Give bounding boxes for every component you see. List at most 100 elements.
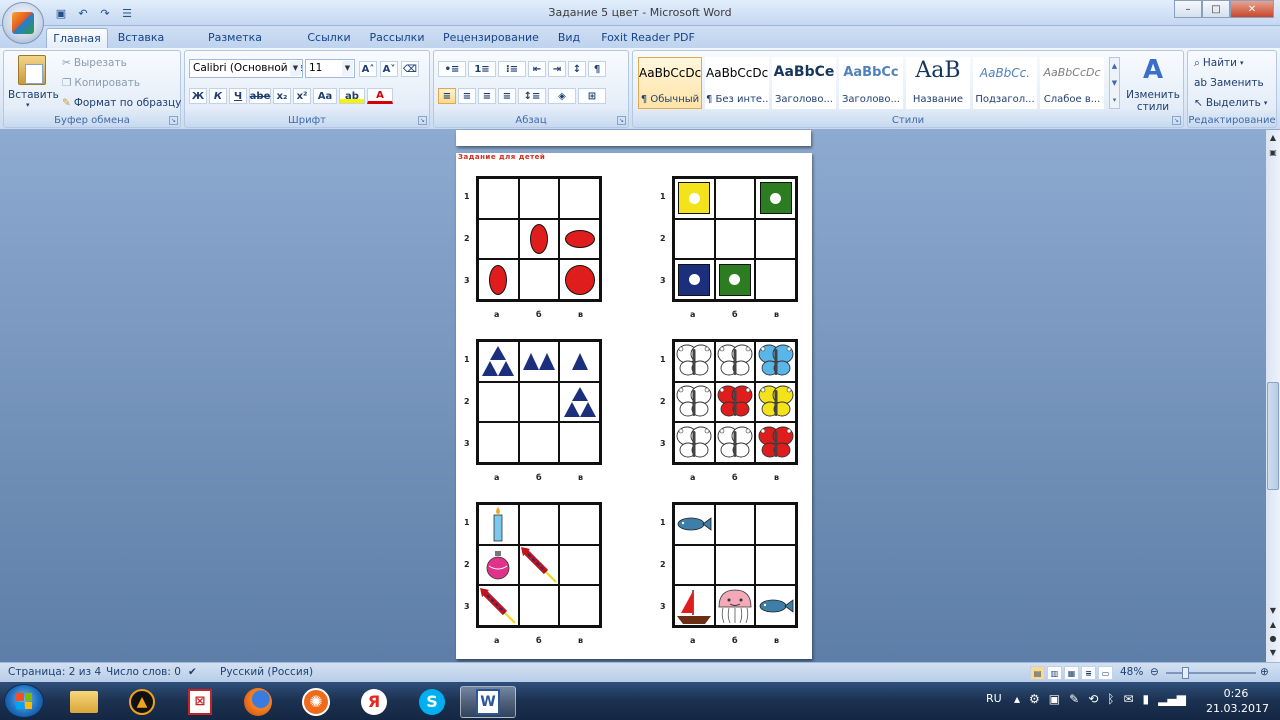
- paste-icon[interactable]: [18, 55, 46, 85]
- multilevel-list-icon[interactable]: ⁝≡: [498, 61, 526, 77]
- taskbar-word[interactable]: W: [460, 686, 516, 718]
- zoom-slider[interactable]: [1166, 672, 1256, 674]
- word-count[interactable]: Число слов: 0: [106, 666, 181, 678]
- taskbar-media[interactable]: ✺: [288, 686, 344, 718]
- full-screen-reading-icon[interactable]: ▥: [1047, 666, 1062, 680]
- tab-insert[interactable]: Вставка: [112, 28, 170, 48]
- align-center-icon[interactable]: ≡: [458, 88, 476, 104]
- tab-view[interactable]: Вид: [552, 28, 586, 48]
- taskbar-firefox[interactable]: [230, 686, 286, 718]
- align-right-icon[interactable]: ≡: [478, 88, 496, 104]
- style-normal[interactable]: AaBbCcDc ¶ Обычный: [638, 57, 702, 109]
- document-page[interactable]: Задание для детей 1 2 3 а б в 1 2 3 а б …: [456, 153, 812, 659]
- tray-chat-icon[interactable]: ✉: [1123, 692, 1133, 706]
- taskbar-skype[interactable]: S: [404, 686, 460, 718]
- print-layout-icon[interactable]: ▤: [1030, 666, 1045, 680]
- shrink-font-icon[interactable]: A˅: [380, 61, 398, 77]
- style-subtle-emphasis[interactable]: AaBbCcDc Слабое в...: [1040, 57, 1104, 109]
- page-indicator[interactable]: Страница: 2 из 4: [8, 666, 101, 678]
- spellcheck-icon[interactable]: ✔: [188, 666, 197, 678]
- format-painter-button[interactable]: ✎ Формат по образцу: [62, 94, 181, 112]
- minimize-button[interactable]: –: [1174, 0, 1202, 18]
- justify-icon[interactable]: ≡: [498, 88, 516, 104]
- scroll-thumb[interactable]: [1267, 382, 1279, 490]
- grow-font-icon[interactable]: A˄: [359, 61, 377, 77]
- find-button[interactable]: ⌕ Найти ▾: [1194, 54, 1244, 72]
- tray-evernote-icon[interactable]: ✎: [1069, 692, 1079, 706]
- align-left-icon[interactable]: ≡: [438, 88, 456, 104]
- zoom-slider-thumb[interactable]: [1182, 667, 1189, 679]
- next-page-icon[interactable]: ▼: [1267, 646, 1279, 660]
- tray-sync-icon[interactable]: ⟲: [1088, 692, 1098, 706]
- tray-gear-icon[interactable]: ⚙: [1029, 692, 1040, 706]
- line-spacing-icon[interactable]: ↕≡: [518, 88, 546, 104]
- change-styles-button[interactable]: Изменить стили: [1123, 89, 1183, 113]
- clear-format-icon[interactable]: ⌫: [401, 61, 419, 77]
- zoom-in-icon[interactable]: ⊕: [1260, 666, 1269, 678]
- paragraph-launcher[interactable]: ↘: [617, 116, 626, 125]
- taskbar-app-foxit[interactable]: ⊠: [172, 686, 228, 718]
- draft-icon[interactable]: ▭: [1098, 666, 1113, 680]
- tab-page-layout[interactable]: Разметка страницы: [178, 28, 292, 57]
- web-layout-icon[interactable]: ▦: [1064, 666, 1079, 680]
- zoom-out-icon[interactable]: ⊖: [1150, 666, 1159, 678]
- style-no-spacing[interactable]: AaBbCcDc ¶ Без инте...: [705, 57, 769, 109]
- tab-home[interactable]: Главная: [46, 28, 108, 48]
- tab-mailings[interactable]: Рассылки: [366, 28, 428, 48]
- bluetooth-icon[interactable]: ᛒ: [1107, 692, 1114, 706]
- battery-icon[interactable]: ▮: [1143, 692, 1150, 706]
- replace-button[interactable]: ab Заменить: [1194, 74, 1264, 92]
- tab-review[interactable]: Рецензирование: [440, 28, 542, 48]
- highlight-icon[interactable]: ab: [339, 88, 365, 104]
- style-heading-2[interactable]: AaBbCc Заголово...: [839, 57, 903, 109]
- copy-button[interactable]: ❐ Копировать: [62, 74, 140, 92]
- style-heading-1[interactable]: AaBbCе Заголово...: [772, 57, 836, 109]
- styles-scroll[interactable]: ▲ ▼ ▾: [1109, 57, 1120, 109]
- decrease-indent-icon[interactable]: ⇤: [528, 61, 546, 77]
- tab-foxit[interactable]: Foxit Reader PDF: [598, 28, 698, 48]
- font-size-combo[interactable]: 11 ▼: [305, 59, 355, 78]
- taskbar-yandex[interactable]: Я: [346, 686, 402, 718]
- clock[interactable]: 0:26 21.03.2017: [1206, 686, 1269, 716]
- bullets-icon[interactable]: •≡: [438, 61, 466, 77]
- previous-page-icon[interactable]: ▲: [1267, 618, 1279, 632]
- subscript-icon[interactable]: x₂: [273, 88, 291, 104]
- select-button[interactable]: ↖ Выделить ▾: [1194, 94, 1267, 112]
- close-button[interactable]: ✕: [1230, 0, 1274, 18]
- style-subtitle[interactable]: AaBbCc. Подзагол...: [973, 57, 1037, 109]
- taskbar-app-avast[interactable]: ▲: [114, 686, 170, 718]
- zoom-level[interactable]: 48%: [1120, 666, 1143, 678]
- underline-icon[interactable]: Ч: [229, 88, 247, 104]
- shading-icon[interactable]: ◈: [548, 88, 576, 104]
- change-case-icon[interactable]: Aa: [313, 88, 337, 104]
- browse-object-icon[interactable]: ●: [1267, 632, 1279, 646]
- network-icon[interactable]: ▂▄▆: [1158, 692, 1186, 706]
- pilcrow-icon[interactable]: ¶: [588, 61, 606, 77]
- maximize-button[interactable]: □: [1202, 0, 1230, 18]
- sort-icon[interactable]: ↕: [568, 61, 586, 77]
- taskbar-explorer[interactable]: [56, 686, 112, 718]
- borders-icon[interactable]: ⊞: [578, 88, 606, 104]
- tab-references[interactable]: Ссылки: [302, 28, 356, 48]
- styles-launcher[interactable]: ↘: [1172, 116, 1181, 125]
- scroll-up-icon[interactable]: ▲: [1267, 131, 1279, 145]
- numbering-icon[interactable]: 1≡: [468, 61, 496, 77]
- style-title[interactable]: AaB Название: [906, 57, 970, 109]
- scroll-down-icon[interactable]: ▼: [1267, 604, 1279, 618]
- change-styles-icon[interactable]: A: [1133, 55, 1173, 85]
- ruler-toggle-icon[interactable]: ▣: [1267, 146, 1279, 160]
- start-button[interactable]: [4, 684, 44, 718]
- font-name-combo[interactable]: Calibri (Основной те ▼: [189, 59, 303, 78]
- tray-monitor-icon[interactable]: ▣: [1049, 692, 1060, 706]
- font-color-icon[interactable]: A: [367, 88, 393, 104]
- language-indicator[interactable]: Русский (Россия): [220, 666, 313, 678]
- clipboard-launcher[interactable]: ↘: [169, 116, 178, 125]
- outline-icon[interactable]: ≡: [1081, 666, 1096, 680]
- strikethrough-icon[interactable]: abe: [249, 88, 271, 104]
- superscript-icon[interactable]: x²: [293, 88, 311, 104]
- bold-icon[interactable]: Ж: [189, 88, 207, 104]
- language-tray[interactable]: RU: [986, 692, 1002, 705]
- increase-indent-icon[interactable]: ⇥: [548, 61, 566, 77]
- tray-expand-icon[interactable]: ▴: [1014, 692, 1020, 706]
- paste-arrow-icon[interactable]: ▾: [26, 101, 30, 109]
